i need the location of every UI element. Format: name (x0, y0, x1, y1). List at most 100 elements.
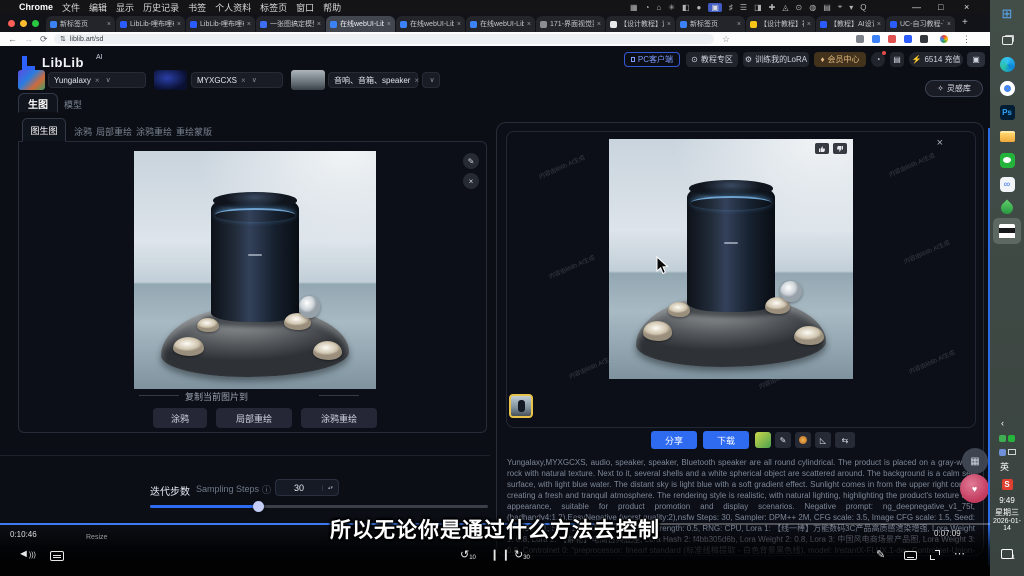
chevron-down-icon[interactable]: ∨ (252, 76, 257, 84)
browser-tab[interactable]: 171-界面视觉要这样设计× (536, 16, 605, 32)
browser-tab[interactable]: 在线webUI-LibLibAI-AI绘× (466, 16, 535, 32)
remove-image-button[interactable]: × (463, 173, 479, 189)
tab-close-icon[interactable]: × (807, 21, 811, 28)
subtab-doodle-inpaint[interactable]: 涂鸦重绘 (136, 125, 172, 138)
tab-close-icon[interactable]: × (947, 21, 951, 28)
extension-icon[interactable] (872, 35, 880, 43)
wechat-icon[interactable] (997, 150, 1017, 170)
menu-window[interactable]: 窗口 (296, 1, 314, 14)
chip-remove-icon[interactable]: × (241, 76, 246, 85)
download-button[interactable]: 下载 (703, 431, 749, 449)
start-button-icon[interactable]: ⊞ (997, 4, 1017, 24)
chrome-icon[interactable] (997, 78, 1017, 98)
subtab-inpaint[interactable]: 局部重绘 (96, 125, 132, 138)
result-thumbnail-selected[interactable] (509, 394, 533, 418)
menu-help[interactable]: 帮助 (323, 1, 341, 14)
menubar-status-icons[interactable]: ▦◔⌂✳◧●▣♯☰◨✚◬⊙◍▤⌖▾Q (630, 1, 900, 13)
tab-close-icon[interactable]: × (597, 21, 601, 28)
source-image[interactable] (134, 151, 376, 389)
subtab-inpaint-mask[interactable]: 重绘蒙版 (176, 125, 212, 138)
pc-client-button[interactable]: PC客户端 (624, 52, 680, 67)
extension-icon[interactable] (856, 35, 864, 43)
model-chip-trigger-words[interactable]: 音响、音箱、speaker× (328, 72, 418, 88)
browser-tab[interactable]: 【设计教程】视觉笔-飞书× (746, 16, 815, 32)
model-chip-lora2[interactable]: MYXGCXS×∨ (191, 72, 283, 88)
menu-file[interactable]: 文件 (62, 1, 80, 14)
clock-time[interactable]: 9:49 (990, 496, 1024, 505)
ime-indicator[interactable]: 英 (1000, 460, 1009, 473)
browser-tab[interactable]: UC-自习教程-飞书云文档× (886, 16, 955, 32)
model-chip-lora1[interactable]: Yungalaxy×∨ (48, 72, 146, 88)
info-icon[interactable]: ⓘ (262, 483, 271, 496)
browser-tab[interactable]: 在线webUI-LibLibAI-AI绘× (396, 16, 465, 32)
file-explorer-icon[interactable] (997, 126, 1017, 146)
copy-to-doodle-inpaint-button[interactable]: 涂鸦重绘 (301, 408, 377, 428)
menu-bookmarks[interactable]: 书签 (188, 1, 206, 14)
window-maximize-icon[interactable]: □ (938, 2, 943, 12)
liblib-logo-text[interactable]: LibLib (42, 55, 84, 70)
fullscreen-icon[interactable] (930, 550, 940, 560)
thumbs-up-button[interactable] (815, 143, 829, 154)
leaf-app-icon[interactable] (997, 198, 1017, 218)
steps-slider-handle[interactable] (253, 501, 264, 512)
tab-close-icon[interactable]: × (877, 21, 881, 28)
share-button[interactable]: 分享 (651, 431, 697, 449)
photoshop-icon[interactable]: Ps (997, 102, 1017, 122)
tutorial-button[interactable]: ⊙教程专区 (686, 52, 738, 67)
keyboard-icon[interactable] (904, 551, 917, 560)
pause-button[interactable]: ❙❙ (490, 548, 512, 561)
task-view-icon[interactable] (997, 30, 1017, 50)
extension-icon[interactable] (920, 35, 928, 43)
menu-view[interactable]: 显示 (116, 1, 134, 14)
tray-icons-row2[interactable] (997, 446, 1017, 458)
browser-tab[interactable]: 【设计教程】造像-Figm× (606, 16, 675, 32)
edit-notes-icon[interactable]: ✎ (876, 548, 885, 561)
profile-avatar[interactable] (940, 35, 948, 43)
more-options-icon[interactable]: ⋯ (954, 547, 965, 560)
menu-profile[interactable]: 个人资料 (215, 1, 251, 14)
tray-s-app-icon[interactable]: S (997, 474, 1017, 494)
menu-history[interactable]: 历史记录 (143, 1, 179, 14)
browser-tab-active[interactable]: 在线webUI-LibLibAI-AI绘× (326, 16, 395, 32)
browser-tab[interactable]: LibLib-哩布哩布AI-中文× (116, 16, 185, 32)
tab-close-icon[interactable]: × (387, 21, 391, 28)
subtab-img2img[interactable]: 图生图 (22, 118, 66, 142)
subtitle-toggle-icon[interactable] (50, 551, 64, 561)
generated-image[interactable] (609, 139, 853, 379)
recharge-button[interactable]: ⚡6514 充值 (909, 52, 963, 67)
promo-widget-button[interactable]: ♥ (960, 474, 989, 503)
stepper-arrows[interactable]: ▴▾ (322, 485, 338, 491)
menu-tabs[interactable]: 标签页 (260, 1, 287, 14)
chevron-down-icon[interactable]: ∨ (422, 72, 440, 88)
train-lora-button[interactable]: ⚙训练我的LoRA (743, 52, 809, 67)
window-close-icon[interactable]: × (964, 2, 969, 12)
subtab-doodle[interactable]: 涂鸦 (74, 125, 92, 138)
reload-icon[interactable]: ⟳ (40, 34, 48, 45)
ruler-icon[interactable]: ◺ (815, 432, 831, 448)
edge-icon[interactable] (997, 54, 1017, 74)
site-info-icon[interactable]: ⇅ (60, 35, 66, 43)
tab-close-icon[interactable]: × (737, 21, 741, 28)
user-avatar[interactable]: ▣ (967, 52, 985, 67)
steps-slider-track[interactable] (150, 505, 488, 508)
send-to-img2img-icon[interactable]: ⇆ (835, 432, 855, 448)
chip-remove-icon[interactable]: × (414, 76, 419, 85)
forward-30-icon[interactable]: ↻30 (514, 548, 530, 561)
liblib-logo-icon[interactable] (22, 56, 37, 71)
thumbs-down-button[interactable] (833, 143, 847, 154)
close-icon[interactable]: × (937, 137, 943, 149)
traffic-minimize-icon[interactable] (20, 20, 27, 27)
window-minimize-icon[interactable]: — (912, 2, 921, 12)
tab-generate[interactable]: 生图 (18, 93, 58, 113)
forward-icon[interactable]: → (24, 34, 33, 44)
tab-close-icon[interactable]: × (317, 21, 321, 28)
browser-tab[interactable]: 一张图搞定模型+场景× (256, 16, 325, 32)
membership-button[interactable]: ♦会员中心 (814, 52, 866, 67)
extension-icon[interactable] (888, 35, 896, 43)
pen-icon[interactable]: ✎ (775, 432, 791, 448)
gallery-icon[interactable]: ▤ (890, 52, 904, 67)
tray-icons-row1[interactable] (997, 432, 1017, 444)
edit-image-button[interactable]: ✎ (463, 153, 479, 169)
rewind-10-icon[interactable]: ↺10 (460, 548, 476, 561)
tab-close-icon[interactable]: × (667, 21, 671, 28)
